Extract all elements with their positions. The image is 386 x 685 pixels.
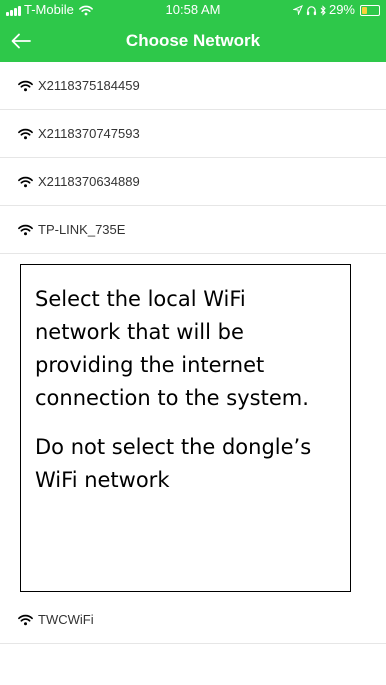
status-bar: T-Mobile 10:58 AM 29% bbox=[0, 0, 386, 20]
battery-icon bbox=[360, 4, 380, 16]
wifi-icon bbox=[18, 224, 33, 235]
battery-level-fill bbox=[362, 6, 367, 14]
network-item[interactable]: X2118370747593 bbox=[0, 110, 386, 158]
wifi-icon bbox=[18, 80, 33, 91]
network-item[interactable]: X2118375184459 bbox=[0, 62, 386, 110]
network-list: X2118375184459 X2118370747593 X21183706348… bbox=[0, 62, 386, 254]
instruction-text: Select the local WiFi network that will … bbox=[35, 287, 309, 410]
instruction-callout: Select the local WiFi network that will … bbox=[20, 264, 351, 592]
wifi-icon bbox=[18, 614, 33, 625]
network-name: TP-LINK_735E bbox=[38, 222, 126, 237]
warning-text: Do not select the dongle’s WiFi network bbox=[35, 435, 312, 492]
network-name: X2118375184459 bbox=[38, 78, 140, 93]
battery-percentage: 29% bbox=[328, 2, 355, 17]
network-item[interactable]: TP-LINK_735E bbox=[0, 206, 386, 254]
network-item[interactable]: TWCWiFi bbox=[0, 596, 386, 644]
status-right: 29% bbox=[292, 0, 380, 20]
headphones-icon bbox=[306, 5, 317, 15]
wifi-icon bbox=[18, 128, 33, 139]
wifi-icon bbox=[18, 176, 33, 187]
page-title: Choose Network bbox=[125, 31, 261, 50]
network-name: TWCWiFi bbox=[38, 612, 94, 627]
app-header: T-Mobile 10:58 AM 29% Choose Network bbox=[0, 0, 386, 62]
location-arrow-icon bbox=[292, 5, 303, 15]
navigation-bar: Choose Network bbox=[0, 20, 386, 62]
network-item[interactable]: X2118370634889 bbox=[0, 158, 386, 206]
network-name: X2118370634889 bbox=[38, 174, 140, 189]
network-name: X2118370747593 bbox=[38, 126, 140, 141]
bluetooth-icon bbox=[320, 4, 326, 16]
